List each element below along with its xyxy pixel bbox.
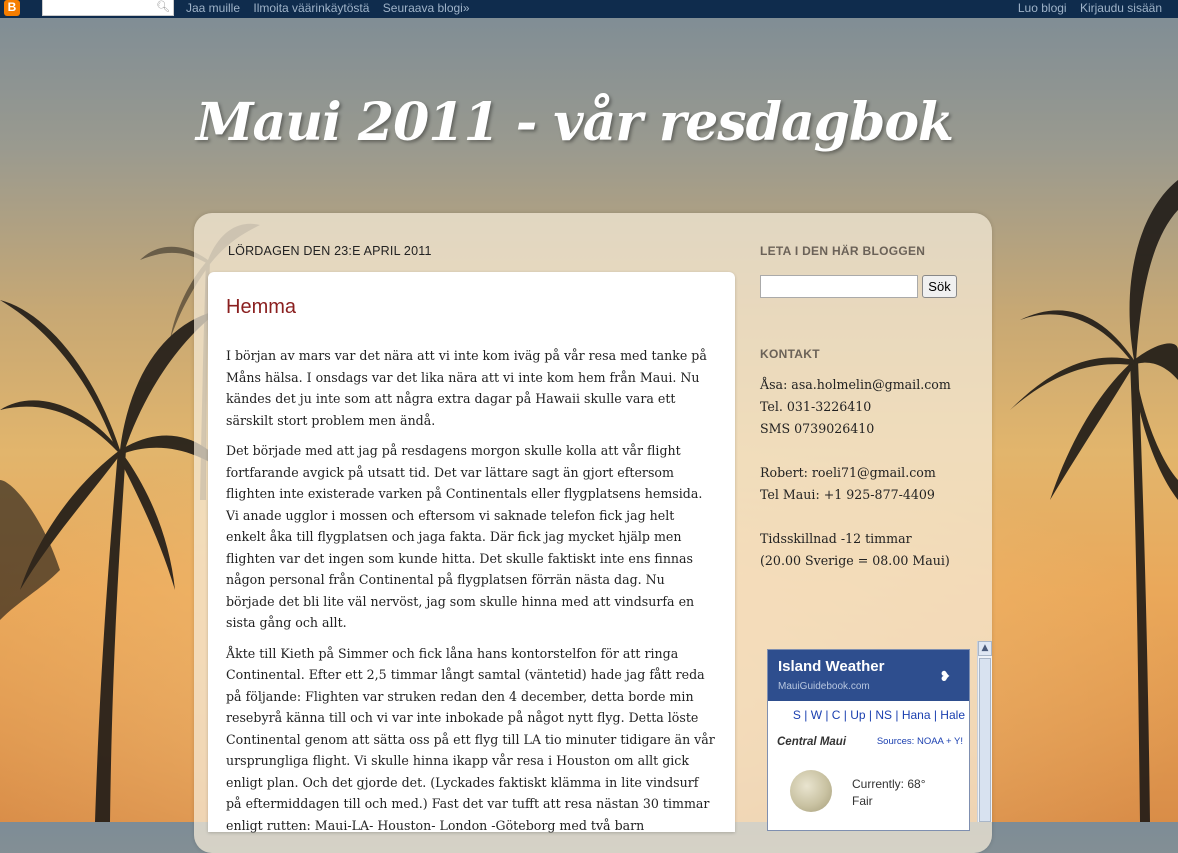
- weather-sources-link[interactable]: Sources: NOAA + Y!: [877, 736, 963, 747]
- sidebar-search-section: LETA I DEN HÄR BLOGGEN: [760, 244, 980, 258]
- post-title[interactable]: Hemma: [226, 296, 296, 319]
- post-paragraph: Det började med att jag på resdagens mor…: [226, 443, 703, 630]
- post-body: I början av mars var det nära att vi int…: [226, 345, 716, 845]
- contact-heading: KONTAKT: [760, 347, 820, 361]
- report-abuse-link[interactable]: Ilmoita väärinkäytöstä: [253, 1, 369, 15]
- blogger-navbar: B 🔍︎ Jaa muille Ilmoita väärinkäytöstä S…: [0, 0, 1178, 18]
- contact-line: Åsa: asa.holmelin@gmail.com: [760, 377, 951, 392]
- create-blog-link[interactable]: Luo blogi: [1018, 1, 1067, 15]
- contact-line: Tel. 031-3226410: [760, 399, 872, 414]
- weather-title[interactable]: Island Weather: [778, 658, 884, 675]
- island-weather-widget: Island Weather MauiGuidebook.com ❥ S | W…: [767, 649, 970, 831]
- post-date-header: LÖRDAGEN DEN 23:E APRIL 2011: [228, 244, 432, 258]
- weather-bird-icon: ❥: [939, 668, 951, 684]
- contact-line: [760, 440, 980, 462]
- weather-scrollbar[interactable]: ▲: [977, 641, 992, 822]
- contact-info: Åsa: asa.holmelin@gmail.com Tel. 031-322…: [760, 374, 980, 572]
- contact-line: [760, 506, 980, 528]
- blog-title[interactable]: Maui 2011 - vår resdagbok: [196, 92, 954, 153]
- weather-region-name: Central Maui: [777, 736, 847, 748]
- blogger-logo-icon[interactable]: B: [4, 0, 20, 16]
- scroll-up-arrow-icon[interactable]: ▲: [978, 641, 992, 656]
- search-heading: LETA I DEN HÄR BLOGGEN: [760, 244, 926, 258]
- contact-line: SMS 0739026410: [760, 421, 875, 436]
- weather-header: Island Weather MauiGuidebook.com ❥: [768, 650, 969, 701]
- current-temperature: Currently: 68°: [852, 777, 926, 791]
- contact-line: Robert: roeli71@gmail.com: [760, 465, 936, 480]
- next-blog-link[interactable]: Seuraava blogi»: [383, 1, 470, 15]
- navbar-right-links: Luo blogi Kirjaudu sisään: [1018, 1, 1172, 15]
- search-icon[interactable]: 🔍︎: [156, 0, 170, 13]
- search-button[interactable]: Sök: [922, 275, 957, 298]
- weather-current: Currently: 68° Fair: [852, 776, 926, 810]
- contact-line: (20.00 Sverige = 08.00 Maui): [760, 553, 950, 568]
- weather-subtitle[interactable]: MauiGuidebook.com: [778, 681, 870, 692]
- post-paragraph: Åkte till Kieth på Simmer och fick låna …: [226, 645, 715, 833]
- navbar-search-input[interactable]: 🔍︎: [42, 0, 174, 16]
- moon-icon: [790, 770, 832, 812]
- contact-line: Tel Maui: +1 925-877-4409: [760, 487, 935, 502]
- weather-region-links[interactable]: S | W | C | Up | NS | Hana | Hale: [793, 708, 965, 722]
- weather-condition: Fair: [852, 794, 873, 808]
- post-paragraph: I början av mars var det nära att vi int…: [226, 348, 707, 428]
- navbar-links: Jaa muille Ilmoita väärinkäytöstä Seuraa…: [186, 1, 480, 15]
- contact-line: Tidsskillnad -12 timmar: [760, 531, 912, 546]
- sign-in-link[interactable]: Kirjaudu sisään: [1080, 1, 1162, 15]
- scroll-thumb[interactable]: [979, 658, 991, 822]
- blog-search-input[interactable]: [760, 275, 918, 298]
- share-link[interactable]: Jaa muille: [186, 1, 240, 15]
